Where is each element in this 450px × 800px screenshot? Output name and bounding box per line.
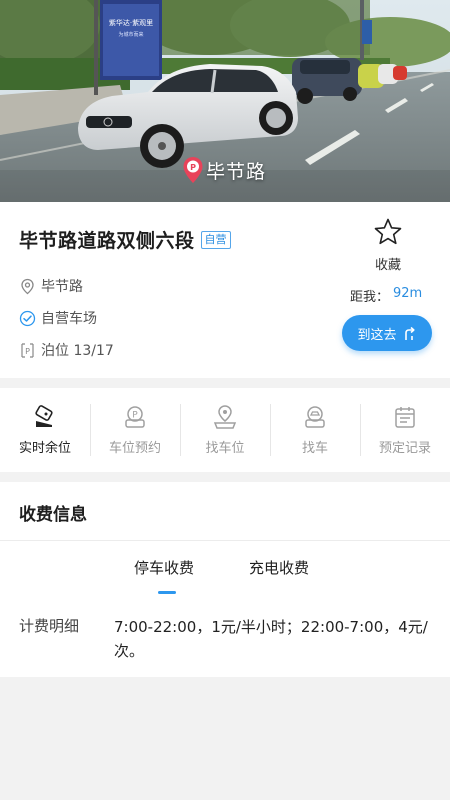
tool-booking-records[interactable]: 预定记录 <box>360 388 450 472</box>
tool-space-booking[interactable]: P 车位预约 <box>90 388 180 472</box>
svg-text:P: P <box>132 411 138 421</box>
lot-operator-line: 自营车场 <box>19 308 97 328</box>
parking-booking-icon: P <box>125 406 145 428</box>
fee-detail-label: 计费明细 <box>19 617 80 635</box>
svg-text:P: P <box>25 347 30 356</box>
distance-label: 距我： <box>350 290 390 305</box>
lot-title-row: 毕节路道路双侧六段 自营 <box>19 226 231 253</box>
star-icon <box>374 218 402 245</box>
billboard-text-2: 为城市而来 <box>118 31 143 38</box>
parking-lot-info-card: 毕节路道路双侧六段 自营 毕节路 自营车场 P 泊位 13/17 收藏 距我： … <box>0 202 450 378</box>
tool-label: 找车 <box>301 441 328 456</box>
tab-charging-fee[interactable]: 充电收费 <box>249 557 309 578</box>
calendar-icon <box>395 407 415 428</box>
tab-parking-fee[interactable]: 停车收费 <box>134 557 194 578</box>
parking-pin-icon: P <box>183 157 203 183</box>
navigate-button[interactable]: 到这去 <box>342 315 432 351</box>
tool-find-space[interactable]: 找车位 <box>180 388 270 472</box>
lot-berth-line: P 泊位 13/17 <box>19 340 114 360</box>
favorite-button[interactable]: 收藏 <box>360 216 416 273</box>
hero-road-name: 毕节路 <box>206 160 267 183</box>
favorite-label: 收藏 <box>374 258 401 273</box>
tool-label: 车位预约 <box>108 441 161 456</box>
active-tab-indicator <box>158 591 176 594</box>
find-car-icon <box>305 406 325 428</box>
lot-operator: 自营车场 <box>41 311 97 327</box>
lot-address: 毕节路 <box>41 279 83 295</box>
parking-box-icon: P <box>21 342 34 358</box>
lot-address-line: 毕节路 <box>19 276 83 296</box>
distance-readout: 距我： 92m <box>350 286 422 305</box>
check-circle-icon <box>19 310 36 326</box>
distance-value: 92m <box>393 286 423 301</box>
fee-info-card: 收费信息 停车收费 充电收费 计费明细 7:00-22:00，1元/半小时；22… <box>0 482 450 677</box>
lot-title: 毕节路道路双侧六段 <box>19 230 195 252</box>
divider <box>0 540 450 541</box>
tool-label: 实时余位 <box>18 441 71 456</box>
self-operated-badge: 自营 <box>200 230 231 249</box>
tool-realtime-spaces[interactable]: 实时余位 <box>0 388 90 472</box>
camera-icon <box>35 405 53 427</box>
fee-heading: 收费信息 <box>19 505 87 525</box>
billboard-text-1: 紫华达·紫观里 <box>109 18 153 27</box>
location-pin-icon <box>21 278 34 294</box>
hero-caption: P 毕节路 <box>182 155 266 185</box>
feature-toolbar: 实时余位 P 车位预约 找车位 找车 预定记录 <box>0 388 450 472</box>
tool-label: 预定记录 <box>378 441 431 456</box>
fee-detail-value: 7:00-22:00，1元/半小时；22:00-7:00，4元/次。 <box>114 618 428 660</box>
tool-find-car[interactable]: 找车 <box>270 388 360 472</box>
svg-text:P: P <box>190 163 196 172</box>
tool-label: 找车位 <box>205 441 245 456</box>
route-turn-icon <box>404 326 415 340</box>
hero-photo: 紫华达·紫观里 为城市而来 P 毕节路 <box>0 0 450 202</box>
find-space-icon <box>213 405 237 429</box>
navigate-label: 到这去 <box>357 327 397 343</box>
lot-berth-count: 泊位 13/17 <box>41 343 114 359</box>
